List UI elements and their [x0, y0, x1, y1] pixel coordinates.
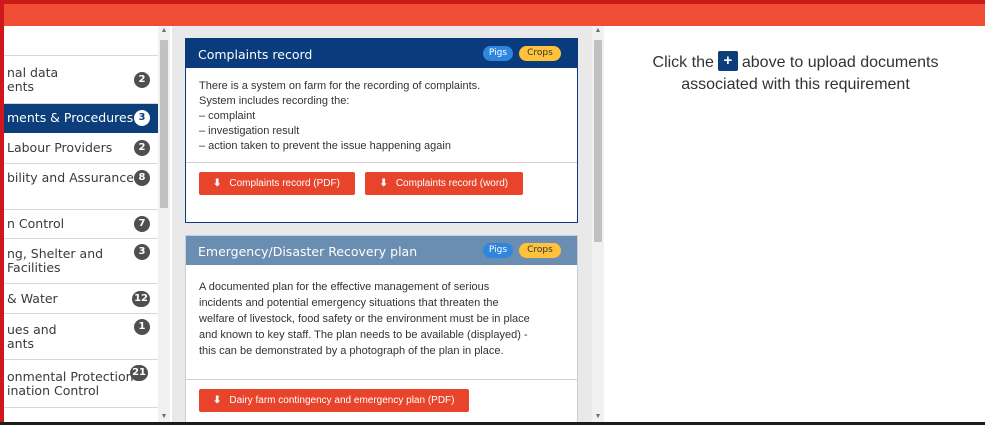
sidebar-item-count-badge: 7: [134, 216, 150, 232]
upload-hint-line-1: Click the + above to upload documents: [606, 50, 985, 74]
sidebar-item-label: ments & Procedures: [7, 110, 134, 125]
sidebar-item-count-badge: 3: [134, 110, 150, 126]
scroll-down-arrow-icon[interactable]: ▼: [592, 412, 604, 422]
sidebar-item-residues-contaminants[interactable]: ues and ants 1: [4, 314, 158, 360]
card-header: Emergency/Disaster Recovery plan Pigs Cr…: [186, 236, 577, 265]
sidebar-item-label: ng, Shelter and Facilities: [7, 246, 104, 275]
card-title: Complaints record: [198, 47, 313, 62]
scroll-up-arrow-icon[interactable]: ▲: [158, 26, 170, 36]
sidebar-item-label: nal data ents: [7, 64, 59, 94]
upload-hint: Click the + above to upload documents asso…: [606, 50, 985, 96]
requirement-card-emergency-plan: Emergency/Disaster Recovery plan Pigs Cr…: [185, 235, 578, 422]
requirements-sidebar: nal data ents 2 ments & Procedures 3 Lab…: [4, 26, 158, 422]
description-line: System includes recording the:: [199, 95, 350, 107]
description-line: welfare of livestock, food safety or the…: [199, 313, 530, 325]
upload-panel: Click the + above to upload documents asso…: [606, 26, 985, 422]
crops-tag: Crops: [519, 243, 561, 258]
sidebar-item-label: onmental Protection ination Control: [7, 368, 134, 398]
sidebar-item-housing-shelter[interactable]: ng, Shelter and Facilities 3: [4, 239, 158, 284]
scroll-up-arrow-icon[interactable]: ▲: [592, 26, 604, 36]
sidebar-item-vermin-control[interactable]: n Control 7: [4, 210, 158, 239]
sidebar-item-count-badge: 1: [134, 319, 150, 335]
requirements-scrollbar-thumb[interactable]: [594, 40, 602, 242]
sidebar-item-feed-water[interactable]: & Water 12: [4, 284, 158, 314]
card-downloads: ⬇ Complaints record (PDF) ⬇ Complaints rec…: [186, 163, 577, 203]
sidebar-header-spacer: [4, 26, 158, 56]
download-complaints-word-button[interactable]: ⬇ Complaints record (word): [365, 172, 524, 195]
description-line: this can be demonstrated by a photograph…: [199, 345, 504, 357]
sidebar-scrollbar[interactable]: ▲ ▼: [158, 26, 170, 422]
plus-icon[interactable]: +: [717, 50, 738, 71]
button-label: Dairy farm contingency and emergency pla…: [229, 395, 455, 406]
sidebar-item-label: & Water: [7, 290, 58, 306]
card-description: A documented plan for the effective mana…: [186, 265, 577, 380]
sidebar-item-labour-providers[interactable]: Labour Providers 2: [4, 133, 158, 164]
sidebar-item-label: Labour Providers: [7, 140, 113, 155]
pigs-tag: Pigs: [483, 243, 513, 258]
card-header: Complaints record Pigs Crops: [186, 39, 577, 68]
upload-hint-after: above to upload documents: [741, 54, 939, 71]
sidebar-item-label: bility and Assurance: [7, 170, 134, 185]
upload-hint-before: Click the: [652, 54, 714, 71]
description-line: incidents and potential emergency situat…: [199, 297, 499, 309]
requirements-scrollbar[interactable]: ▲ ▼: [592, 26, 604, 422]
description-line: and known to key staff. The plan needs t…: [199, 329, 528, 341]
sidebar-scrollbar-thumb[interactable]: [160, 40, 168, 208]
sidebar-item-environmental-protection[interactable]: onmental Protection ination Control 21: [4, 360, 158, 408]
download-complaints-pdf-button[interactable]: ⬇ Complaints record (PDF): [199, 172, 355, 195]
button-label: Complaints record (word): [395, 178, 509, 189]
download-emergency-plan-pdf-button[interactable]: ⬇ Dairy farm contingency and emergency pl…: [199, 389, 470, 412]
upload-hint-line-2: associated with this requirement: [681, 76, 910, 93]
download-icon: ⬇: [379, 178, 388, 189]
pigs-tag: Pigs: [483, 46, 513, 61]
requirements-panel: Complaints record Pigs Crops There is a …: [172, 26, 592, 422]
download-icon: ⬇: [213, 178, 222, 189]
sidebar-item-count-badge: 2: [134, 71, 150, 88]
sidebar-item-count-badge: 3: [134, 244, 150, 260]
top-header-edge: [0, 0, 985, 4]
sidebar-item-documents-procedures[interactable]: ments & Procedures 3: [4, 104, 158, 133]
sidebar-item-personal-data[interactable]: nal data ents 2: [4, 56, 158, 104]
sidebar-item-traceability-assurance[interactable]: bility and Assurance 8: [4, 164, 158, 210]
description-line: A documented plan for the effective mana…: [199, 281, 490, 293]
scroll-down-arrow-icon[interactable]: ▼: [158, 412, 170, 422]
sidebar-item-count-badge: 12: [132, 290, 150, 307]
description-line: – complaint: [199, 110, 256, 122]
button-label: Complaints record (PDF): [229, 178, 340, 189]
download-icon: ⬇: [213, 395, 222, 406]
card-downloads: ⬇ Dairy farm contingency and emergency pl…: [186, 380, 577, 420]
sidebar-item-label: n Control: [7, 216, 65, 231]
description-line: – investigation result: [199, 125, 300, 137]
description-line: There is a system on farm for the record…: [199, 80, 481, 92]
sidebar-item-count-badge: 2: [134, 140, 150, 156]
requirement-card-complaints: Complaints record Pigs Crops There is a …: [185, 38, 578, 223]
card-description: There is a system on farm for the record…: [186, 68, 577, 163]
sidebar-item-count-badge: 21: [130, 365, 148, 381]
sidebar-item-count-badge: 8: [134, 170, 150, 186]
card-title: Emergency/Disaster Recovery plan: [198, 244, 418, 259]
description-line: – action taken to prevent the issue happ…: [199, 140, 451, 152]
crops-tag: Crops: [519, 46, 561, 61]
sidebar-item-label: ues and ants: [7, 321, 57, 351]
